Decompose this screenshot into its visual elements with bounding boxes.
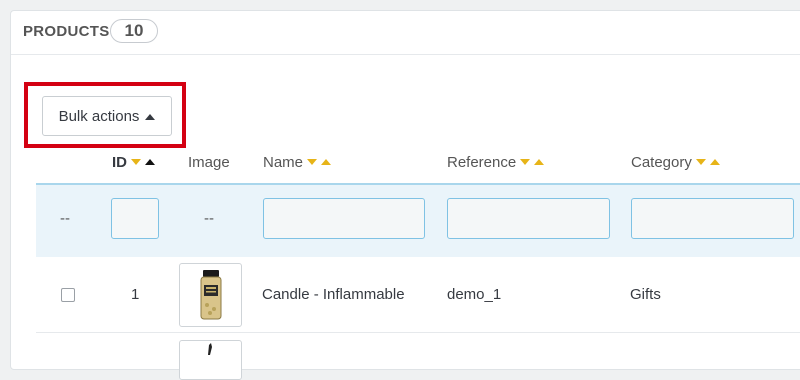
next-row-thumbnail-icon[interactable] [179,340,242,380]
column-header-category[interactable]: Category [631,152,720,172]
column-label-name: Name [263,153,304,171]
column-header-reference[interactable]: Reference [447,152,545,172]
column-label-id: ID [112,153,127,171]
column-label-image: Image [188,153,230,171]
sort-asc-icon[interactable] [145,159,155,165]
column-header-id[interactable]: ID [112,152,155,172]
column-header-name[interactable]: Name [263,152,332,172]
row-select-checkbox[interactable] [61,288,75,302]
filter-category-input[interactable] [631,198,794,239]
bulk-actions-label: Bulk actions [58,107,140,125]
filter-select-placeholder: -- [60,210,70,227]
panel-title: PRODUCTS [23,23,110,40]
table-row[interactable] [36,257,800,333]
filter-id-input[interactable] [111,198,159,239]
caret-up-icon [145,113,156,120]
sort-desc-icon[interactable] [520,159,531,165]
row-name-cell[interactable]: Candle - Inflammable [262,286,405,303]
sort-asc-icon[interactable] [709,159,720,165]
product-silhouette-icon [208,343,212,355]
bulk-actions-button[interactable]: Bulk actions [42,96,172,136]
filter-name-input[interactable] [263,198,425,239]
filter-reference-input[interactable] [447,198,610,239]
sort-asc-icon[interactable] [321,159,332,165]
row-reference-cell: demo_1 [447,286,502,303]
candle-jar-icon [200,270,221,320]
row-id-cell: 1 [131,286,140,303]
sort-desc-icon[interactable] [307,159,318,165]
column-label-reference: Reference [447,153,517,171]
column-header-image: Image [188,152,230,172]
column-label-category: Category [631,153,692,171]
sort-desc-icon[interactable] [131,159,141,165]
sort-desc-icon[interactable] [695,159,706,165]
panel-heading: PRODUCTS 10 [11,11,800,55]
candle-jar-thumbnail-icon[interactable] [179,263,242,327]
sort-asc-icon[interactable] [534,159,545,165]
product-count-badge: 10 [110,19,158,43]
filter-image-placeholder: -- [204,210,214,227]
row-category-cell: Gifts [630,286,661,303]
